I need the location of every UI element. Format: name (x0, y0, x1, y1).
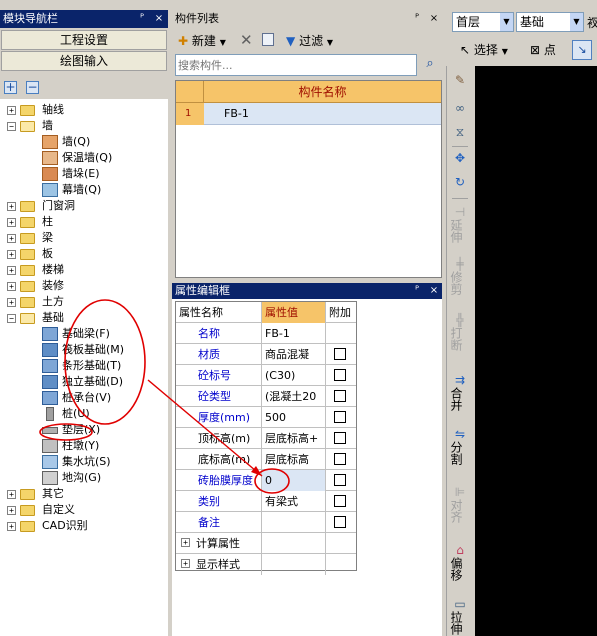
annotation-circle-value (254, 468, 290, 494)
annotation-overlay (39, 299, 290, 494)
annotation-circle-foundation (64, 299, 146, 425)
annotation-circle-cushion (39, 423, 93, 441)
annotation-arrow-line (147, 379, 263, 477)
